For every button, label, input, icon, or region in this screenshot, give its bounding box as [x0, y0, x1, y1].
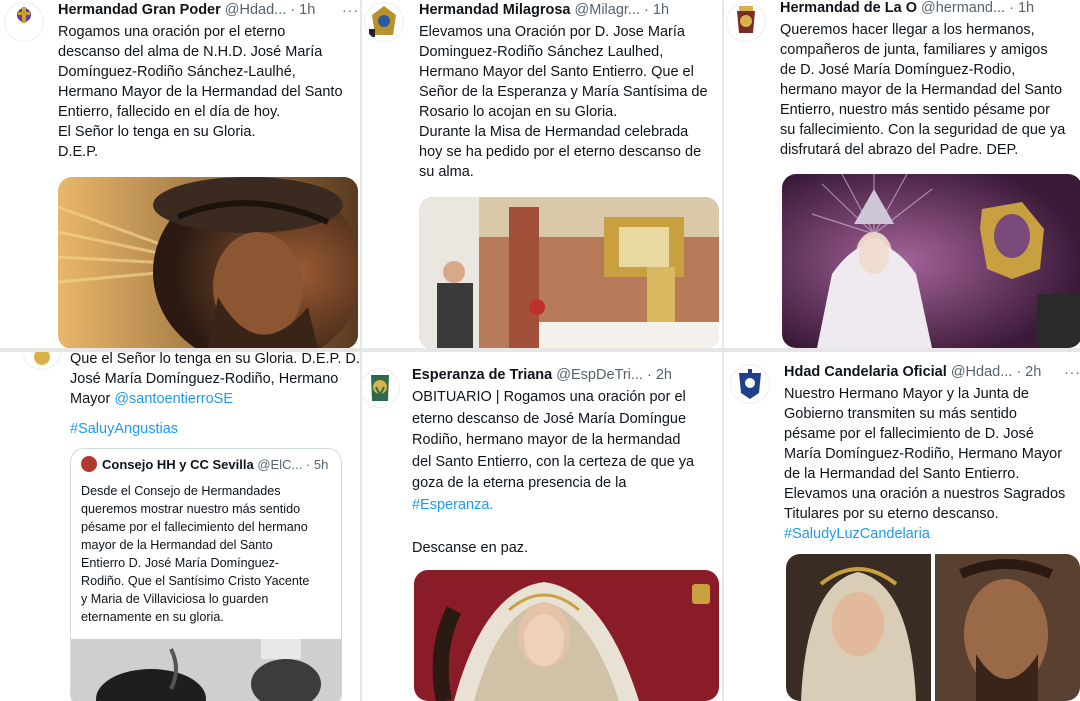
- tweet-text: Elevamos una Oración por D. Jose María D…: [419, 24, 708, 180]
- quoted-tweet[interactable]: Consejo HH y CC Sevilla @ElC... · 5h Des…: [70, 448, 342, 701]
- tweet-text: Rogamos una oración por el eterno descan…: [58, 24, 343, 160]
- tweet-text: Nuestro Hermano Mayor y la Junta de Gobi…: [784, 386, 1066, 522]
- author-handle[interactable]: @Milagr...: [575, 2, 640, 18]
- tweet-text-closing: Descanse en paz.: [412, 540, 529, 556]
- author-handle[interactable]: @EspDeTri...: [556, 367, 643, 383]
- avatar[interactable]: [726, 2, 766, 42]
- crest-icon: [369, 6, 396, 37]
- author-handle[interactable]: @Hdad...: [225, 2, 286, 18]
- tweet-image[interactable]: [414, 570, 719, 701]
- avatar[interactable]: [4, 2, 44, 42]
- timestamp[interactable]: · 2h: [1016, 364, 1041, 380]
- author-name[interactable]: Consejo HH y CC Sevilla: [102, 457, 254, 472]
- quoted-tweet-image[interactable]: [71, 639, 341, 701]
- tweet-text: Que el Señor lo tenga en su Gloria. D.E.…: [70, 352, 360, 409]
- tweet-header: Hermandad de La O @hermand... · 1h: [780, 0, 1060, 16]
- titulares-images-icon: [786, 554, 1080, 701]
- crest-icon: [34, 352, 50, 365]
- more-options-icon[interactable]: ···: [342, 2, 359, 18]
- avatar[interactable]: [362, 368, 400, 408]
- tweet-card[interactable]: Hermandad Milagrosa @Milagr... · 1h Elev…: [362, 0, 722, 348]
- tweet-image[interactable]: [58, 177, 358, 348]
- tweet-text: Queremos hacer llegar a los hermanos, co…: [780, 22, 1066, 158]
- tweet-image[interactable]: [419, 197, 719, 348]
- author-name[interactable]: Hermandad de La O: [780, 0, 917, 16]
- tweet-card[interactable]: Hermandad Gran Poder @Hdad... · 1h ··· R…: [0, 0, 360, 348]
- more-options-icon[interactable]: ···: [1064, 364, 1080, 380]
- quoted-tweet-text: Desde el Consejo de Hermandades queremos…: [81, 484, 310, 624]
- church-altar-image-icon: [419, 197, 719, 348]
- tweet-text: OBITUARIO | Rogamos una oración por el e…: [412, 389, 695, 491]
- crest-icon: [371, 375, 389, 401]
- tweet-card[interactable]: Esperanza de Triana @EspDeTri... · 2h OB…: [362, 352, 722, 701]
- author-handle[interactable]: @Hdad...: [951, 364, 1012, 380]
- crest-icon: [17, 7, 31, 23]
- avatar[interactable]: [81, 456, 97, 472]
- timestamp[interactable]: · 5h: [306, 457, 328, 472]
- crest-icon: [739, 369, 761, 399]
- author-handle[interactable]: @hermand...: [921, 0, 1005, 16]
- tweet-header: Hermandad Gran Poder @Hdad... · 1h: [58, 2, 328, 18]
- hashtag-link[interactable]: #SaluyAngustias: [70, 419, 178, 439]
- author-name[interactable]: Esperanza de Triana: [412, 367, 552, 383]
- author-name[interactable]: Hermandad Gran Poder: [58, 2, 221, 18]
- author-name[interactable]: Hdad Candelaria Oficial: [784, 364, 947, 380]
- quoted-tweet-header: Consejo HH y CC Sevilla @ElC... · 5h: [81, 456, 328, 472]
- hashtag-link[interactable]: #SaludyLuzCandelaria: [784, 524, 930, 544]
- crest-icon: [737, 6, 755, 33]
- tweet-header: Esperanza de Triana @EspDeTri... · 2h: [412, 367, 712, 383]
- tweet-header: Hermandad Milagrosa @Milagr... · 1h: [419, 2, 709, 18]
- timestamp[interactable]: · 2h: [647, 367, 672, 383]
- tweet-header: Hdad Candelaria Oficial @Hdad... · 2h: [784, 364, 1054, 380]
- avatar[interactable]: [730, 364, 770, 404]
- mention-link[interactable]: @santoentierroSE: [114, 391, 233, 407]
- tweet-image[interactable]: [782, 174, 1080, 348]
- timestamp[interactable]: · 1h: [1009, 0, 1034, 16]
- avatar[interactable]: [22, 352, 62, 370]
- christ-image-icon: [58, 177, 358, 348]
- roses-image-icon: [71, 639, 341, 701]
- esperanza-image-icon: [414, 570, 719, 701]
- tweet-card[interactable]: Hermandad de La O @hermand... · 1h Quere…: [724, 0, 1080, 348]
- hashtag-link[interactable]: #Esperanza.: [412, 495, 493, 515]
- tweet-card[interactable]: Hdad Candelaria Oficial @Hdad... · 2h ··…: [724, 352, 1080, 701]
- tweet-image[interactable]: [786, 554, 1080, 701]
- timestamp[interactable]: · 1h: [644, 2, 669, 18]
- virgin-image-icon: [782, 174, 1080, 348]
- author-name[interactable]: Hermandad Milagrosa: [419, 2, 571, 18]
- tweet-card[interactable]: Que el Señor lo tenga en su Gloria. D.E.…: [0, 352, 360, 701]
- author-handle[interactable]: @ElC...: [257, 457, 302, 472]
- timestamp[interactable]: · 1h: [290, 2, 315, 18]
- avatar[interactable]: [364, 2, 404, 42]
